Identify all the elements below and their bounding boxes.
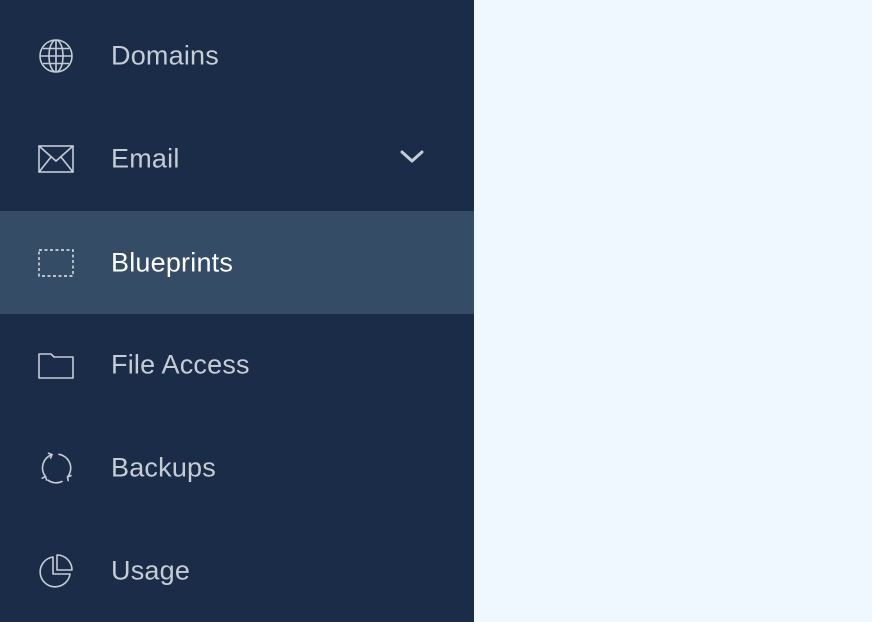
sidebar-item-backups[interactable]: Backups [0,416,474,519]
envelope-icon [38,141,74,177]
sidebar-item-label: Blueprints [111,247,234,277]
globe-icon [38,38,74,74]
sidebar-item-label: Usage [111,555,191,585]
sidebar-item-label: File Access [111,349,250,379]
sidebar-item-usage[interactable]: Usage [0,519,474,622]
chevron-down-icon[interactable] [398,147,426,167]
dashed-square-icon [38,245,74,281]
main-content-area [474,0,872,622]
sidebar-item-label: Email [111,143,180,173]
sidebar-item-email[interactable]: Email [0,107,474,210]
sidebar-item-domains[interactable]: Domains [0,4,474,107]
sidebar: Domains Email Blueprints File Access Bac… [0,0,474,622]
sidebar-item-blueprints[interactable]: Blueprints [0,211,474,314]
folder-icon [38,347,74,383]
sidebar-item-label: Backups [111,452,216,482]
sidebar-item-file-access[interactable]: File Access [0,313,474,416]
pie-chart-icon [38,553,74,589]
refresh-icon [38,450,74,486]
sidebar-item-label: Domains [111,40,219,70]
